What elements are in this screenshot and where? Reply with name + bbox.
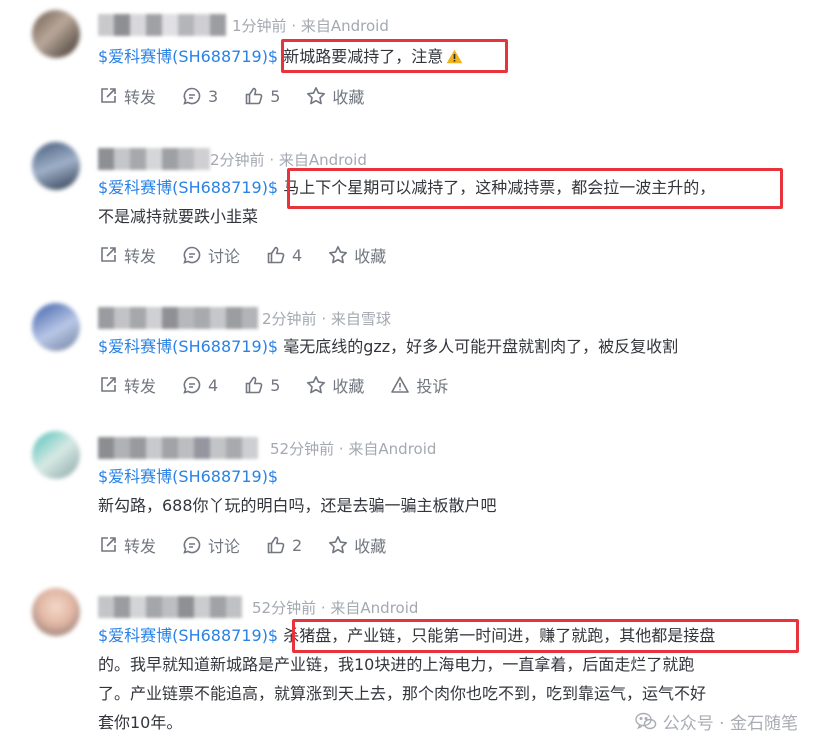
report-label: 投诉 <box>416 377 449 396</box>
post-source: · 来自Android <box>291 17 389 35</box>
comment-button[interactable]: 讨论 <box>182 243 240 267</box>
repost-icon <box>101 88 116 103</box>
post-time: 1分钟前 <box>232 17 287 35</box>
repost-button[interactable]: 转发 <box>98 243 156 267</box>
post-text-line: 不是减持就要跌小韭菜 <box>98 207 259 226</box>
highlight-box <box>292 619 799 653</box>
post-time: 2分钟前 <box>210 151 265 169</box>
stock-tag-link[interactable]: $爱科赛博(SH688719)$ <box>98 47 278 66</box>
post-text-line: 的。我早就知道新城路是产业链，我10块进的上海电力，一直拿着，后面走烂了就跑 <box>98 655 695 674</box>
comment-button[interactable]: 4 <box>182 375 218 395</box>
repost-icon <box>101 537 116 552</box>
like-button[interactable]: 5 <box>244 86 280 106</box>
highlight-box <box>287 168 783 209</box>
thumbs-up-icon <box>245 376 263 394</box>
stock-tag-link[interactable]: $爱科赛博(SH688719)$ <box>98 626 278 645</box>
report-button[interactable]: 投诉 <box>390 373 448 397</box>
star-icon <box>307 376 326 394</box>
repost-button[interactable]: 转发 <box>98 533 156 557</box>
bookmark-button[interactable]: 收藏 <box>306 84 364 108</box>
post-text-line: 新勾路，688你丫玩的明白吗，还是去骗一骗主板散户吧 <box>98 496 497 515</box>
like-count: 5 <box>270 375 281 395</box>
repost-label: 转发 <box>124 247 157 266</box>
user-avatar[interactable] <box>32 142 80 190</box>
star-icon <box>329 246 348 264</box>
stock-tag-link[interactable]: $爱科赛博(SH688719)$ <box>98 178 278 197</box>
bookmark-label: 收藏 <box>332 88 365 107</box>
user-avatar[interactable] <box>32 303 80 351</box>
discuss-label: 讨论 <box>208 537 241 556</box>
like-button[interactable]: 4 <box>266 245 302 265</box>
like-button[interactable]: 5 <box>244 375 280 395</box>
post-text-line: 毫无底线的gzz，好多人可能开盘就割肉了，被反复收割 <box>283 337 679 356</box>
like-count: 4 <box>292 245 303 265</box>
comment-icon <box>183 536 201 554</box>
comment-icon <box>183 87 201 105</box>
comment-button[interactable]: 3 <box>182 86 218 106</box>
post-meta: 2分钟前 · 来自雪球 <box>262 308 391 329</box>
watermark: 公众号 · 金石随笔 <box>635 709 798 734</box>
action-bar: 转发 4 5 收藏 投诉 <box>98 373 474 397</box>
stock-tag-link[interactable]: $爱科赛博(SH688719)$ <box>98 467 278 486</box>
username-blurred[interactable] <box>98 14 226 36</box>
post-source: · 来自Android <box>338 440 437 458</box>
stock-tag-link[interactable]: $爱科赛博(SH688719)$ <box>98 337 278 356</box>
like-count: 5 <box>270 86 281 106</box>
star-icon <box>307 87 326 105</box>
action-bar: 转发 讨论 2 收藏 <box>98 533 412 557</box>
post-time: 52分钟前 <box>252 599 317 617</box>
warning-icon <box>391 376 410 393</box>
thumbs-up-icon <box>267 246 285 264</box>
repost-label: 转发 <box>124 377 157 396</box>
comment-count: 3 <box>208 86 219 106</box>
post-source: · 来自Android <box>320 599 419 617</box>
user-avatar[interactable] <box>32 431 80 479</box>
post-meta: 52分钟前 · 来自Android <box>252 597 418 618</box>
post-source: · 来自Android <box>269 151 367 169</box>
post-time: 2分钟前 <box>262 310 317 328</box>
comment-count: 4 <box>208 375 219 395</box>
username-blurred[interactable] <box>98 307 258 329</box>
username-blurred[interactable] <box>98 596 242 618</box>
bookmark-button[interactable]: 收藏 <box>328 533 386 557</box>
comment-button[interactable]: 讨论 <box>182 533 240 557</box>
like-count: 2 <box>292 535 303 555</box>
repost-icon <box>101 377 116 392</box>
repost-button[interactable]: 转发 <box>98 84 156 108</box>
highlight-box <box>281 39 508 73</box>
repost-button[interactable]: 转发 <box>98 373 156 397</box>
bookmark-label: 收藏 <box>332 377 365 396</box>
repost-label: 转发 <box>124 537 157 556</box>
star-icon <box>329 536 348 554</box>
comment-icon <box>183 376 201 394</box>
repost-label: 转发 <box>124 88 157 107</box>
username-blurred[interactable] <box>98 148 210 170</box>
wechat-icon <box>635 712 657 730</box>
post-text-line: 了。产业链票不能追高，就算涨到天上去，那个肉你也吃不到，吃到靠运气，运气不好 <box>98 684 707 703</box>
post-text: $爱科赛博(SH688719)$ <box>98 464 278 490</box>
repost-icon <box>101 247 116 262</box>
action-bar: 转发 讨论 4 收藏 <box>98 243 412 267</box>
user-avatar[interactable] <box>32 588 80 636</box>
username-blurred[interactable] <box>98 437 258 459</box>
post-meta: 2分钟前 · 来自Android <box>210 149 367 170</box>
bookmark-button[interactable]: 收藏 <box>328 243 386 267</box>
like-button[interactable]: 2 <box>266 535 302 555</box>
thumbs-up-icon <box>267 536 285 554</box>
bookmark-label: 收藏 <box>354 247 387 266</box>
post-source: · 来自雪球 <box>321 310 391 328</box>
post-meta: 52分钟前 · 来自Android <box>270 438 436 459</box>
watermark-text: 公众号 · 金石随笔 <box>662 714 798 734</box>
post-text: $爱科赛博(SH688719)$ 毫无底线的gzz，好多人可能开盘就割肉了，被反… <box>98 334 678 360</box>
bookmark-button[interactable]: 收藏 <box>306 373 364 397</box>
comment-icon <box>183 246 201 264</box>
post-time: 52分钟前 <box>270 440 335 458</box>
post-meta: 1分钟前 · 来自Android <box>232 15 389 36</box>
discuss-label: 讨论 <box>208 247 241 266</box>
post-text-line: 套你10年。 <box>98 713 183 732</box>
bookmark-label: 收藏 <box>354 537 387 556</box>
thumbs-up-icon <box>245 87 263 105</box>
action-bar: 转发 3 5 收藏 <box>98 84 390 108</box>
user-avatar[interactable] <box>32 10 80 58</box>
